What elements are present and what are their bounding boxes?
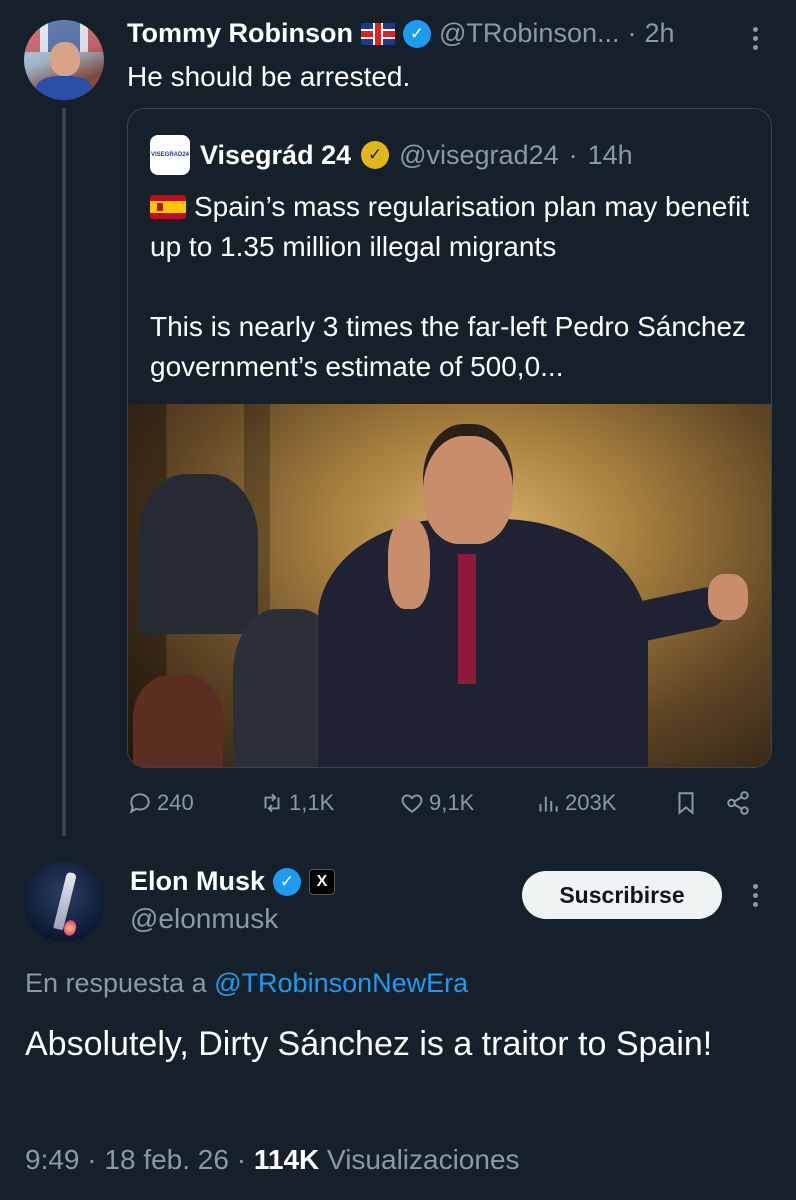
reply-context: En respuesta a @TRobinsonNewEra <box>25 968 468 999</box>
repost-count: 1,1K <box>289 790 335 815</box>
like-count: 9,1K <box>429 790 475 815</box>
reply-time[interactable]: 9:49 <box>25 1144 80 1175</box>
reply-author-handle[interactable]: @elonmusk <box>130 903 278 935</box>
reply-count: 240 <box>157 790 194 815</box>
tweet-action-bar: 240 1,1K 9,1K 203K <box>127 784 767 824</box>
author-handle[interactable]: @TRobinson... <box>439 18 619 49</box>
views-count: 203K <box>565 790 617 815</box>
repost-icon <box>264 793 280 813</box>
heart-icon <box>401 794 423 813</box>
reply-prefix: En respuesta a <box>25 968 207 998</box>
quote-text: Spain’s mass regularisation plan may ben… <box>150 187 750 427</box>
verified-badge-icon[interactable]: ✓ <box>403 19 431 48</box>
reply-views-count[interactable]: 114K <box>254 1144 319 1175</box>
uk-flag-icon <box>361 22 395 45</box>
reply-author-name[interactable]: Elon Musk <box>130 866 265 897</box>
quote-text-paragraph-1: Spain’s mass regularisation plan may ben… <box>150 191 750 262</box>
subscribe-button[interactable]: Suscribirse <box>522 871 722 919</box>
reply-button[interactable]: 240 <box>127 790 194 816</box>
thread-connector-line <box>62 108 66 836</box>
quote-author-handle: @visegrad24 <box>399 139 559 170</box>
author-name[interactable]: Tommy Robinson <box>127 18 353 49</box>
tweet-time[interactable]: 2h <box>644 18 674 49</box>
reply-header: Elon Musk ✓ X <box>130 866 336 897</box>
spain-flag-icon <box>150 195 186 219</box>
reply-icon <box>129 793 150 814</box>
bookmark-icon <box>678 792 694 815</box>
more-options-icon[interactable] <box>752 27 758 50</box>
reply-mention-link[interactable]: @TRobinsonNewEra <box>214 968 468 998</box>
quote-time: 14h <box>587 139 633 170</box>
separator-dot: · <box>87 1144 97 1175</box>
separator-dot: · <box>627 18 637 48</box>
x-affiliation-badge-icon[interactable]: X <box>309 868 336 895</box>
quote-text-paragraph-2: This is nearly 3 times the far-left Pedr… <box>150 311 747 382</box>
repost-button[interactable]: 1,1K <box>259 790 334 816</box>
tweet-header: Tommy Robinson ✓ @TRobinson... · 2h <box>127 18 675 49</box>
separator-dot: · <box>236 1144 247 1175</box>
quote-photo[interactable] <box>128 404 771 767</box>
reply-text: Absolutely, Dirty Sánchez is a traitor t… <box>25 1025 713 1063</box>
quote-author-name: Visegrád 24 <box>200 139 352 170</box>
views-chart-icon <box>539 796 558 812</box>
visegrad-logo: VISEGRAD24 <box>150 135 190 175</box>
tweet-text: He should be arrested. <box>127 61 411 92</box>
views-button[interactable]: 203K <box>535 790 616 816</box>
reply-date[interactable]: 18 feb. 26 <box>104 1144 229 1175</box>
gold-verified-badge-icon: ✓ <box>361 141 390 169</box>
elon-avatar[interactable] <box>24 862 104 942</box>
reply-views-label[interactable]: Visualizaciones <box>327 1144 520 1175</box>
verified-badge-icon[interactable]: ✓ <box>273 867 302 896</box>
quoted-tweet-card[interactable]: VISEGRAD24 Visegrád 24 ✓ @visegrad24 · 1… <box>127 108 772 768</box>
more-options-icon[interactable] <box>752 884 758 907</box>
bookmark-button[interactable] <box>673 790 699 816</box>
tommy-avatar[interactable] <box>24 20 104 100</box>
share-button[interactable] <box>725 790 751 816</box>
separator-dot: · <box>568 139 578 170</box>
like-button[interactable]: 9,1K <box>399 790 474 816</box>
quote-header: VISEGRAD24 Visegrád 24 ✓ @visegrad24 · 1… <box>150 135 633 175</box>
reply-meta: 9:49 · 18 feb. 26 · 114K Visualizaciones <box>25 1144 520 1176</box>
share-icon <box>727 791 749 815</box>
